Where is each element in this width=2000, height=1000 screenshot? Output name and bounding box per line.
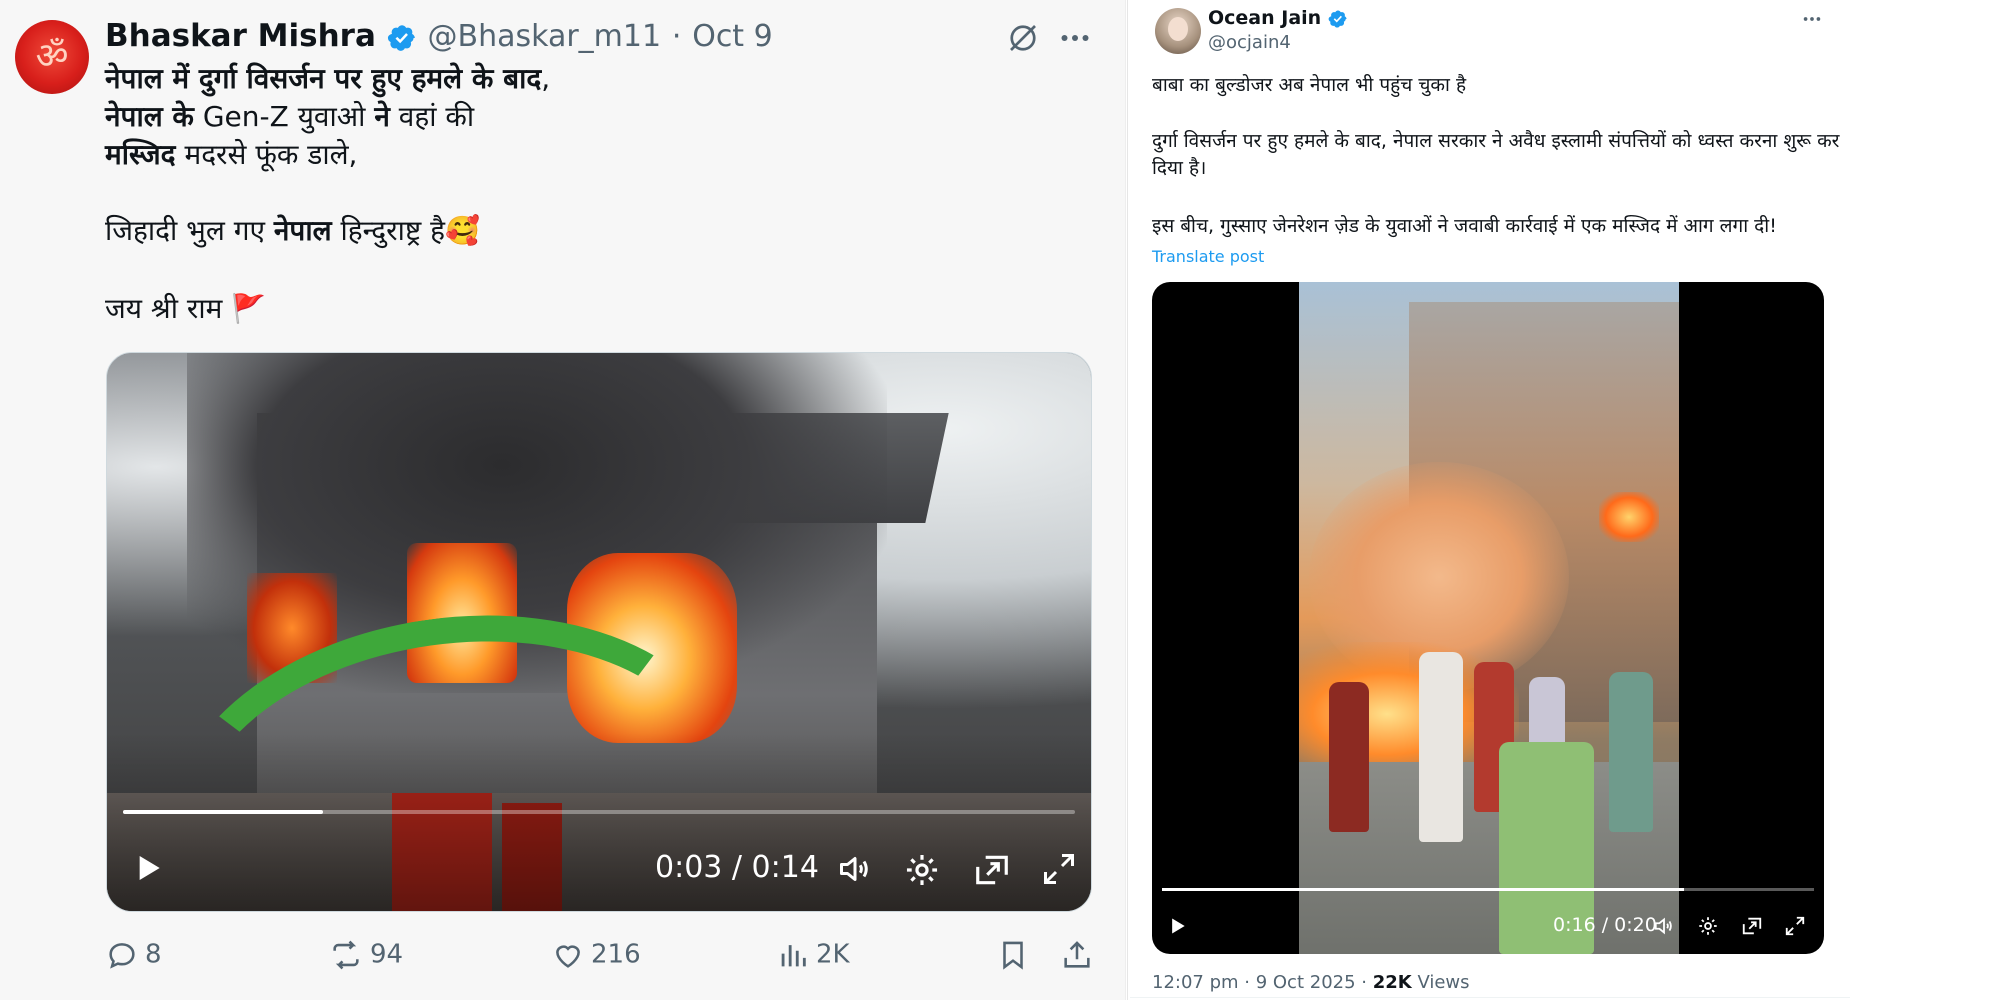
author-name[interactable]: Bhaskar Mishra — [105, 18, 376, 54]
tweet-paragraph-3: इस बीच, गुस्साए जेनरेशन ज़ेड के युवाओं न… — [1152, 215, 1777, 237]
tweet-text-line-4: जिहादी भुल गए नेपाल हिन्दुराष्ट्र है🥰 — [105, 214, 480, 247]
tweet-text-line-2: नेपाल के Gen-Z युवाओ ने वहां की — [105, 100, 475, 133]
fullscreen-icon[interactable] — [1041, 851, 1077, 891]
post-timestamp[interactable]: 12:07 pm · 9 Oct 2025 — [1152, 972, 1356, 993]
reply-button[interactable]: 8 — [105, 938, 162, 972]
post-footer: 12:07 pm · 9 Oct 2025 · 22K Views — [1152, 972, 1470, 993]
pip-icon[interactable] — [1741, 915, 1763, 941]
avatar[interactable]: ॐ — [15, 20, 89, 94]
views-count: 2K — [816, 939, 850, 970]
share-icon[interactable] — [1060, 938, 1100, 972]
tweet-paragraph-1: बाबा का बुल्डोजर अब नेपाल भी पहुंच चुका … — [1152, 74, 1467, 96]
video-frame — [1299, 282, 1679, 954]
video-progress-fill — [123, 810, 323, 814]
reply-icon — [109, 943, 135, 969]
volume-icon[interactable] — [835, 851, 875, 891]
more-icon[interactable] — [1800, 8, 1824, 34]
volume-icon[interactable] — [1652, 915, 1676, 941]
footer-divider — [1130, 997, 1850, 998]
video-player[interactable]: 0:03 / 0:14 — [106, 352, 1092, 912]
avatar[interactable] — [1155, 8, 1201, 54]
author-handle[interactable]: @Bhaskar_m11 — [427, 19, 661, 54]
more-icon[interactable] — [1055, 20, 1095, 60]
video-progress-fill — [1162, 888, 1684, 891]
post-date[interactable]: Oct 9 — [692, 19, 773, 54]
reply-count: 8 — [145, 939, 162, 970]
video-progress-bar[interactable] — [123, 810, 1075, 814]
like-count: 216 — [591, 939, 641, 970]
tweet-text-line-1: नेपाल में दुर्गा विसर्जन पर हुए हमले के … — [105, 62, 551, 95]
grok-icon[interactable] — [1005, 20, 1041, 60]
views-label: Views — [1411, 972, 1470, 993]
like-button[interactable]: 216 — [551, 938, 641, 972]
avatar-glyph: ॐ — [35, 36, 69, 77]
video-time: 0:16 / 0:20 — [1553, 914, 1657, 936]
video-player-right[interactable]: 0:16 / 0:20 — [1152, 282, 1824, 954]
author-line: Bhaskar Mishra @Bhaskar_m11 · Oct 9 — [105, 18, 773, 54]
left-tweet: ॐ Bhaskar Mishra @Bhaskar_m11 · Oct 9 ने… — [0, 0, 1126, 1000]
fullscreen-icon[interactable] — [1784, 915, 1806, 941]
meta-separator: · — [671, 19, 682, 54]
play-icon[interactable] — [133, 851, 165, 889]
translate-post-link[interactable]: Translate post — [1152, 247, 1264, 266]
verified-badge-icon — [1328, 9, 1347, 28]
repost-button[interactable]: 94 — [328, 938, 403, 972]
verified-badge-icon — [387, 24, 415, 51]
settings-icon[interactable] — [1697, 915, 1719, 941]
views-icon — [781, 945, 806, 967]
panel-divider — [1127, 0, 1128, 1000]
tweet-text-line-3: मस्जिद मदरसे फूंक डाले, — [105, 138, 358, 171]
author-name[interactable]: Ocean Jain — [1208, 7, 1321, 29]
pip-icon[interactable] — [973, 851, 1011, 893]
bookmark-icon[interactable] — [996, 938, 1036, 972]
video-progress-bar[interactable] — [1162, 888, 1814, 891]
views-count: 22K — [1372, 972, 1412, 993]
views-button[interactable]: 2K — [776, 938, 850, 972]
repost-count: 94 — [370, 939, 404, 970]
tweet-text-line-5: जय श्री राम 🚩 — [105, 292, 267, 325]
repost-icon — [333, 940, 359, 970]
video-time: 0:03 / 0:14 — [655, 850, 819, 885]
like-icon — [556, 945, 580, 968]
play-icon[interactable] — [1168, 915, 1188, 941]
author-line-right: Ocean Jain — [1208, 7, 1348, 29]
author-handle-right[interactable]: @ocjain4 — [1208, 32, 1291, 53]
tweet-paragraph-2: दुर्गा विसर्जन पर हुए हमले के बाद, नेपाल… — [1152, 130, 1840, 179]
settings-icon[interactable] — [903, 851, 941, 893]
